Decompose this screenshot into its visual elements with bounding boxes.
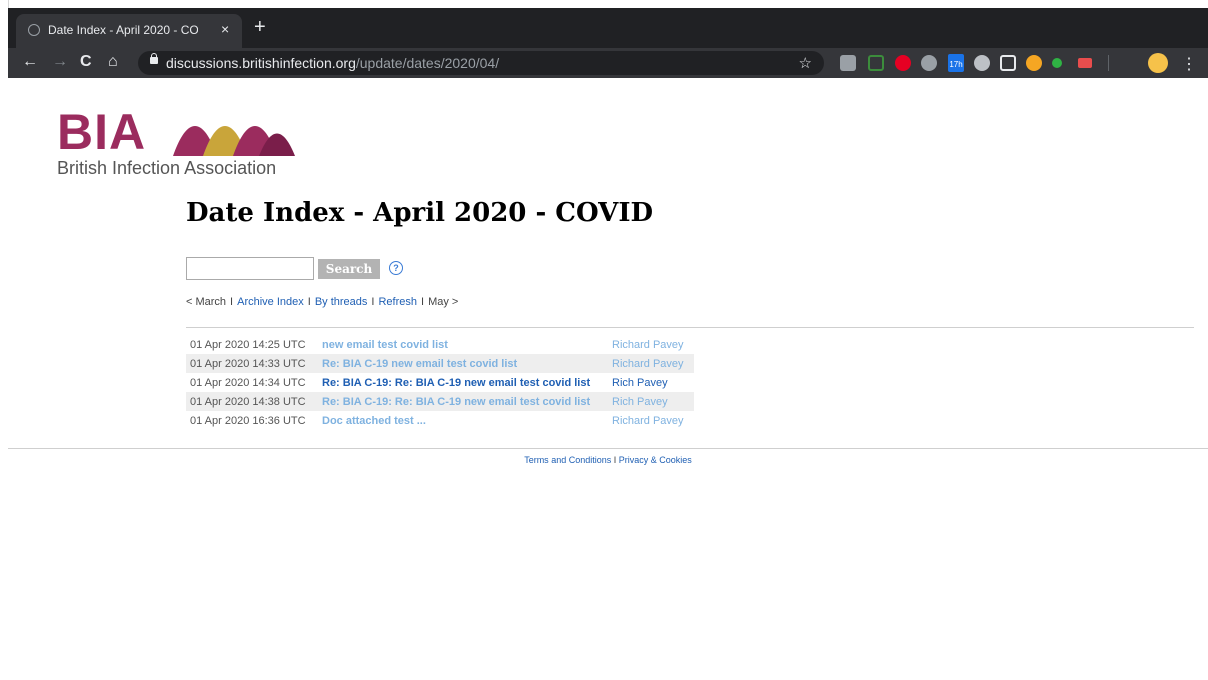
footer: Terms and Conditions I Privacy & Cookies <box>8 455 1208 465</box>
divider <box>8 448 1208 449</box>
message-author-link[interactable]: Rich Pavey <box>612 396 668 408</box>
separator: I <box>421 296 425 308</box>
logo-caption: British Infection Association <box>57 158 277 178</box>
message-date: 01 Apr 2020 14:25 UTC <box>190 338 306 351</box>
message-subject-link[interactable]: Doc attached test ... <box>322 415 426 427</box>
timer-extension-icon[interactable]: 17h <box>948 54 964 72</box>
cookie-icon[interactable] <box>1026 55 1042 71</box>
globe-icon <box>28 24 40 36</box>
table-row: 01 Apr 2020 16:36 UTC Doc attached test … <box>186 411 694 430</box>
extension-icon[interactable] <box>921 55 937 71</box>
toolbar-divider <box>1108 55 1109 71</box>
message-subject-link[interactable]: Re: BIA C-19: Re: BIA C-19 new email tes… <box>322 377 590 389</box>
bookmark-star-icon[interactable]: ☆ <box>799 54 812 72</box>
extension-icon[interactable] <box>1000 55 1016 71</box>
page-content: BIA British Infection Association Date I… <box>8 78 1208 680</box>
message-subject-link[interactable]: Re: BIA C-19: Re: BIA C-19 new email tes… <box>322 396 590 408</box>
help-icon[interactable]: ? <box>389 261 403 275</box>
browser-window: Date Index - April 2020 - COVI × + ← → C… <box>8 8 1208 680</box>
back-button[interactable]: ← <box>22 53 38 71</box>
camera-extension-icon[interactable] <box>840 55 856 71</box>
tab-strip: Date Index - April 2020 - COVI × + <box>8 8 1208 48</box>
table-row: 01 Apr 2020 14:38 UTC Re: BIA C-19: Re: … <box>186 392 694 411</box>
message-subject-link[interactable]: Re: BIA C-19 new email test covid list <box>322 358 517 370</box>
table-row: 01 Apr 2020 14:34 UTC Re: BIA C-19: Re: … <box>186 373 694 392</box>
search-input[interactable] <box>186 257 314 280</box>
message-author-link[interactable]: Rich Pavey <box>612 377 668 389</box>
url-host: discussions.britishinfection.org <box>166 55 356 71</box>
separator: I <box>230 296 234 308</box>
logo-waves <box>173 126 295 156</box>
screenshot-extension-icon[interactable] <box>868 55 884 71</box>
message-author-link[interactable]: Richard Pavey <box>612 339 684 351</box>
forward-button[interactable]: → <box>52 53 68 71</box>
message-author-link[interactable]: Richard Pavey <box>612 358 684 370</box>
browser-tab[interactable]: Date Index - April 2020 - COVI × <box>16 14 242 48</box>
message-date: 01 Apr 2020 14:38 UTC <box>190 395 306 408</box>
message-author-link[interactable]: Richard Pavey <box>612 415 684 427</box>
close-icon[interactable]: × <box>221 21 229 37</box>
gear-icon[interactable] <box>974 55 990 71</box>
profile-avatar[interactable] <box>1148 53 1168 73</box>
search-button[interactable]: Search <box>318 259 380 279</box>
privacy-link[interactable]: Privacy & Cookies <box>619 455 692 465</box>
tab-title: Date Index - April 2020 - COVI <box>48 23 198 37</box>
url-path: /update/dates/2020/04/ <box>355 55 500 71</box>
next-month: May > <box>428 296 459 308</box>
refresh-link[interactable]: Refresh <box>378 296 417 308</box>
separator: I <box>307 296 311 308</box>
home-button[interactable]: ⌂ <box>108 53 118 71</box>
new-tab-button[interactable]: + <box>254 17 266 37</box>
table-row: 01 Apr 2020 14:33 UTC Re: BIA C-19 new e… <box>186 354 694 373</box>
pinterest-icon[interactable] <box>895 55 911 71</box>
bia-logo[interactable]: BIA British Infection Association <box>57 107 295 179</box>
browser-toolbar: ← → C ⌂ discussions.britishinfection.org… <box>8 48 1208 78</box>
divider <box>186 327 1194 328</box>
archive-index-link[interactable]: Archive Index <box>237 296 304 308</box>
by-threads-link[interactable]: By threads <box>315 296 368 308</box>
terms-link[interactable]: Terms and Conditions <box>524 455 611 465</box>
arrow-extension-icon[interactable] <box>1052 58 1062 68</box>
message-subject-link[interactable]: new email test covid list <box>322 339 448 351</box>
lock-icon <box>150 53 158 64</box>
prev-month: < March <box>186 296 227 308</box>
separator: I <box>613 455 617 465</box>
separator: I <box>371 296 375 308</box>
address-bar[interactable]: discussions.britishinfection.org/update/… <box>138 51 824 75</box>
url-text: discussions.britishinfection.org/update/… <box>166 55 499 71</box>
message-date: 01 Apr 2020 14:34 UTC <box>190 376 306 389</box>
extension-icon[interactable] <box>1078 58 1092 68</box>
reload-button[interactable]: C <box>80 53 92 71</box>
message-date: 01 Apr 2020 16:36 UTC <box>190 414 306 427</box>
table-row: 01 Apr 2020 14:25 UTC new email test cov… <box>186 335 694 354</box>
message-list: 01 Apr 2020 14:25 UTC new email test cov… <box>186 335 694 430</box>
page-title: Date Index - April 2020 - COVID <box>186 198 654 228</box>
more-menu-icon[interactable]: ⋮ <box>1181 54 1197 74</box>
archive-navigation: < March I Archive Index I By threads I Refresh… <box>186 296 458 308</box>
message-date: 01 Apr 2020 14:33 UTC <box>190 357 306 370</box>
